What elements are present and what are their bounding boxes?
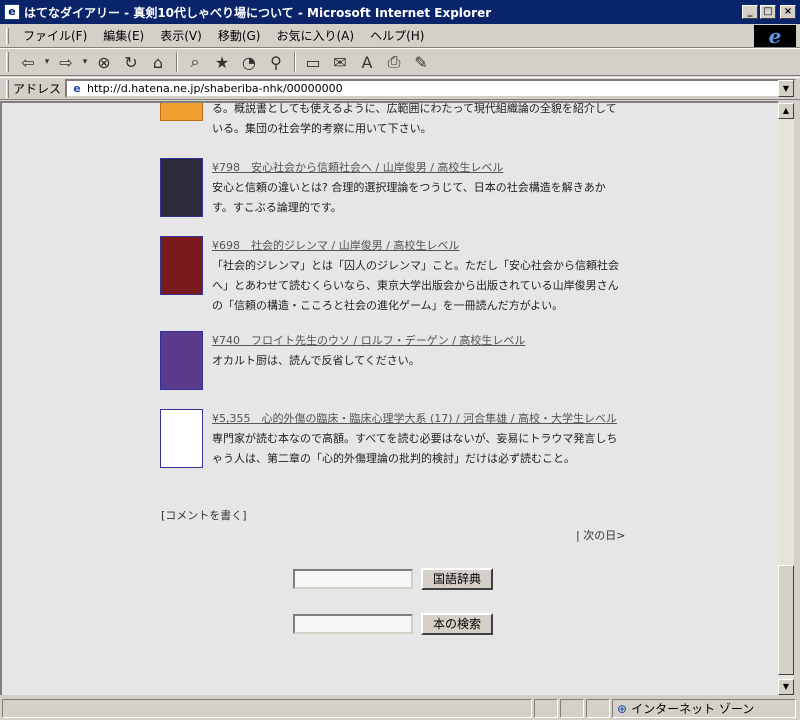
book-description: る。概説書としても使えるように、広範囲にわたって現代組織論の全貌を紹介している。…: [212, 102, 617, 135]
standard-toolbar: ⇦ ▾ ⇨ ▾ ⊗ ↻ ⌂ ⌕ ★ ◔ ⚲ ▭ ✉ A ⎙ ✎: [0, 48, 800, 76]
stop-icon[interactable]: ⊗: [91, 51, 117, 73]
search-icon[interactable]: ⌕: [182, 51, 208, 73]
scroll-down-icon[interactable]: ▼: [778, 679, 794, 695]
book-description: 「社会的ジレンマ」とは「囚人のジレンマ」こと。ただし「安心社会から信頼社会へ」と…: [212, 259, 619, 312]
book-search-input[interactable]: [293, 614, 413, 634]
fullscreen-icon[interactable]: ▭: [300, 51, 326, 73]
forward-dropdown-icon[interactable]: ▾: [80, 51, 90, 73]
font-icon[interactable]: A: [354, 51, 380, 73]
menu-file[interactable]: ファイル(F): [15, 27, 95, 44]
scrollbar-thumb[interactable]: [778, 565, 794, 675]
book-title-link[interactable]: ¥740 フロイト先生のウソ / ロルフ・デーゲン / 高校生レベル: [212, 331, 624, 351]
status-bar: ⊕ インターネット ゾーン: [0, 697, 800, 720]
menu-view[interactable]: 表示(V): [152, 27, 210, 44]
favorites-icon[interactable]: ★: [209, 51, 235, 73]
print-icon[interactable]: ⎙: [381, 51, 407, 73]
forward-icon[interactable]: ⇨: [53, 51, 79, 73]
dictionary-form: 国語辞典: [293, 568, 494, 590]
back-icon[interactable]: ⇦: [15, 51, 41, 73]
close-button[interactable]: ×: [780, 5, 796, 19]
title-bar: e はてなダイアリー - 真剣10代しゃべり場について - Microsoft …: [0, 0, 800, 24]
book-cover-image[interactable]: [160, 236, 203, 295]
history-icon[interactable]: ◔: [236, 51, 262, 73]
book-title-link[interactable]: ¥5,355 心的外傷の臨床・臨床心理学大系 (17) / 河合隼雄 / 高校・…: [212, 409, 624, 429]
address-bar: アドレス e http://d.hatena.ne.jp/shaberiba-n…: [0, 77, 800, 100]
status-pane: [586, 699, 610, 718]
book-description: 専門家が読む本なので高額。すべてを読む必要はないが、妄易にトラウマ発言しちゃう人…: [212, 432, 618, 465]
edit-icon[interactable]: ✎: [408, 51, 434, 73]
address-dropdown-icon[interactable]: ▼: [778, 80, 794, 97]
status-text-pane: [2, 699, 532, 718]
comment-link[interactable]: [コメントを書く]: [161, 507, 247, 523]
address-field[interactable]: e http://d.hatena.ne.jp/shaberiba-nhk/00…: [65, 79, 796, 98]
minimize-button[interactable]: _: [742, 5, 758, 19]
vertical-scrollbar[interactable]: ▲ ▼: [778, 103, 794, 695]
address-label: アドレス: [13, 82, 62, 96]
menu-edit[interactable]: 編集(E): [95, 27, 152, 44]
address-url[interactable]: http://d.hatena.ne.jp/shaberiba-nhk/0000…: [87, 82, 343, 95]
ie-logo-icon: e: [754, 25, 796, 47]
zone-label: インターネット ゾーン: [631, 702, 755, 716]
ie-page-icon: e: [4, 4, 20, 20]
back-dropdown-icon[interactable]: ▾: [42, 51, 52, 73]
book-cover-image[interactable]: [160, 409, 203, 468]
security-zone: ⊕ インターネット ゾーン: [612, 699, 796, 718]
window-title: はてなダイアリー - 真剣10代しゃべり場について - Microsoft In…: [24, 5, 492, 20]
book-title-link[interactable]: ¥698 社会的ジレンマ / 山岸俊男 / 高校生レベル: [212, 236, 624, 256]
toolbar-grip[interactable]: [6, 79, 9, 98]
book-description: オカルト厨は、読んで反省してください。: [212, 354, 420, 367]
dictionary-button[interactable]: 国語辞典: [421, 568, 494, 590]
book-description: 安心と信頼の違いとは? 合理的選択理論をつうじて、日本の社会構造を解きあかす。す…: [212, 181, 606, 214]
menu-help[interactable]: ヘルプ(H): [362, 27, 432, 44]
menu-bar: ファイル(F) 編集(E) 表示(V) 移動(G) お気に入り(A) ヘルプ(H…: [0, 24, 800, 48]
channels-icon[interactable]: ⚲: [263, 51, 289, 73]
menu-favorites[interactable]: お気に入り(A): [268, 27, 362, 44]
book-search-form: 本の検索: [293, 613, 494, 635]
refresh-icon[interactable]: ↻: [118, 51, 144, 73]
next-day-link[interactable]: | 次の日>: [576, 527, 625, 543]
toolbar-grip[interactable]: [6, 27, 9, 44]
page-content: る。概説書としても使えるように、広範囲にわたって現代組織論の全貌を紹介している。…: [0, 101, 778, 695]
page-icon: e: [73, 81, 81, 95]
maximize-button[interactable]: □: [760, 5, 776, 19]
book-cover-image[interactable]: [160, 103, 203, 121]
status-pane: [534, 699, 558, 718]
scroll-up-icon[interactable]: ▲: [778, 103, 794, 119]
status-pane: [560, 699, 584, 718]
book-cover-image[interactable]: [160, 331, 203, 390]
book-title-link[interactable]: ¥798 安心社会から信頼社会へ / 山岸俊男 / 高校生レベル: [212, 158, 624, 178]
globe-icon: ⊕: [617, 701, 628, 716]
mail-icon[interactable]: ✉: [327, 51, 353, 73]
menu-go[interactable]: 移動(G): [210, 27, 269, 44]
book-cover-image[interactable]: [160, 158, 203, 217]
dictionary-input[interactable]: [293, 569, 413, 589]
book-search-button[interactable]: 本の検索: [421, 613, 494, 635]
home-icon[interactable]: ⌂: [145, 51, 171, 73]
toolbar-grip[interactable]: [6, 52, 9, 72]
